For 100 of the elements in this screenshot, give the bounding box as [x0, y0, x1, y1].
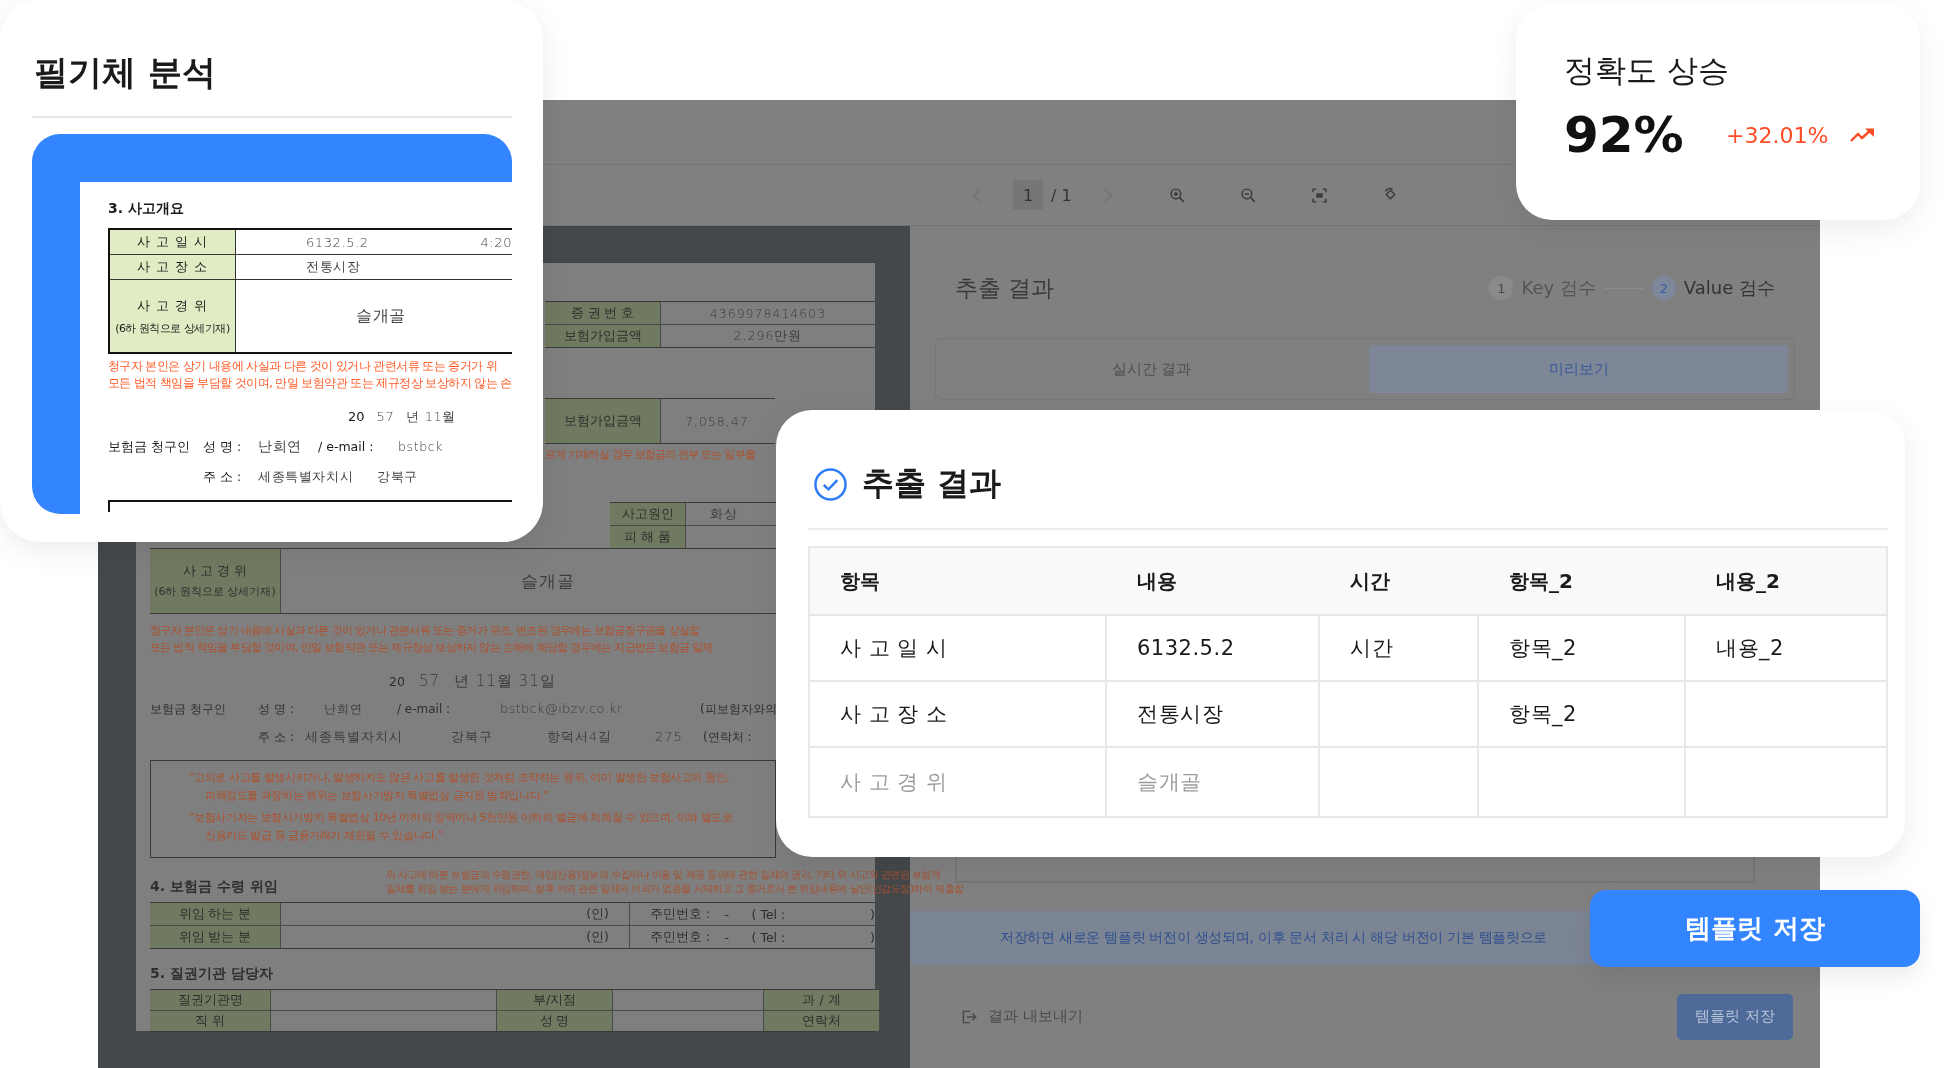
step-label: Value 검수	[1683, 276, 1775, 300]
step-number: 1	[1489, 276, 1514, 300]
field-label: 부/지점	[497, 990, 613, 1010]
field-label: 증 권 번 호	[545, 302, 661, 324]
notice-text: 르게 기재하실 경우 보험금의 전부 또는 일부를	[545, 447, 756, 462]
table-cell: 슬개골	[1107, 748, 1320, 816]
field-label: 질권기관명	[150, 990, 271, 1010]
notice-text: 모든 법적 책임을 부담할 것이며, 만일 보험약관 또는 제규정상 보상하지 않는 손	[108, 375, 512, 392]
field-label: 보험가입금액	[545, 399, 661, 443]
handwritten-value: 강북구	[451, 728, 494, 746]
card-title: 추출 결과	[862, 463, 1002, 504]
field-label: ( Tel :	[751, 905, 787, 924]
panel-title: 추출 결과	[955, 273, 1055, 303]
card-title: 정확도 상승	[1564, 51, 1730, 90]
page-number-field[interactable]: 1	[1013, 180, 1043, 210]
field-label: 직 위	[150, 1011, 271, 1031]
field-label: 성 명 :	[258, 701, 295, 718]
handwritten-value: 항덕서4길	[547, 728, 614, 746]
field-label: ( Tel :	[751, 928, 787, 947]
field-label: 보험가입금액	[545, 325, 661, 347]
card-title: 필기체 분석	[33, 51, 217, 94]
field-label: 주민번호 :	[649, 927, 712, 946]
field-label: / e-mail :	[318, 439, 375, 454]
warning-text: “고의로 사고를 발생시키거나, 발생하지도 않은 사고를 발생한 것처럼 조작하는 행위, 이미 발생한 보험사고의 원인,	[188, 770, 731, 786]
table-cell: 전통시장	[1107, 682, 1320, 746]
notice-text: 청구자 본인은 상기 내용에 사실과 다른 것이 있거나 관련서류 또는 증거가 위조, 변조된 경우에는 보험금청구권을 상실할	[150, 623, 701, 639]
table-cell: 시간	[1320, 616, 1479, 680]
notice-text: 저장하면 새로운 템플릿 버전이 생성되며, 이후 문서 처리 시 해당 버전이 기본 템플릿으로	[1000, 929, 1548, 947]
zoom-in-icon[interactable]	[1168, 186, 1186, 204]
field-label: )	[870, 905, 875, 924]
handwritten-value: 세종특별자치시	[258, 468, 354, 486]
notice-text: 위 사고에 따른 보험금의 수령권한, 개인(신용)정보의 수집이나 이용 및 제공 동의에 관한 일체의 권리, 기타 위 사고와 관련된 보험계	[386, 868, 942, 882]
handwritten-value: 6132.5.2	[306, 234, 369, 250]
field-label: (피보험자와의	[700, 701, 777, 718]
field-label: 보험금 청구인	[150, 701, 227, 718]
handwritten-value: bstbck	[398, 439, 443, 454]
seal-mark: (인)	[531, 926, 630, 948]
field-label: 주 소 :	[203, 469, 243, 486]
notice-text: 모든 법적 책임을 부담할 것이며, 만일 보험약관 또는 제규정상 보상하지 않는 손해에 해당할 경우에는 지급받은 보험금 일체	[150, 640, 714, 656]
handwritten-value: 57	[418, 672, 440, 690]
field-label: 피 해 품	[610, 526, 686, 548]
handwritten-value: 슬개골	[520, 569, 576, 593]
handwritten-value: 슬개골	[356, 305, 406, 327]
handwritten-value: 4369978414603	[708, 304, 828, 323]
column-header: 시간	[1349, 567, 1391, 595]
check-circle-icon	[813, 466, 848, 502]
fit-screen-icon[interactable]	[1310, 186, 1328, 204]
field-label: 사 고 일 시	[136, 233, 209, 251]
field-label: -	[724, 928, 730, 947]
handwritten-value: 275	[655, 729, 684, 744]
table-cell: 항목_2	[1479, 616, 1686, 680]
handwritten-value: 7,058,47	[684, 412, 750, 431]
handwritten-value: bstbck@ibzv.co.kr	[500, 701, 624, 716]
field-label: 연락처	[764, 1011, 880, 1031]
field-label: 위임 하는 분	[150, 903, 281, 925]
column-header: 내용	[1136, 567, 1178, 595]
field-label: 사고원인	[610, 503, 686, 525]
notice-text: 청구자 본인은 상기 내용에 사실과 다른 것이 있거나 관련서류 또는 증거가 위	[108, 358, 499, 375]
warning-text: 신용카드 발급 등 금융거래가 제한될 수 있습니다.”	[204, 828, 445, 844]
step-number: 2	[1651, 276, 1676, 300]
field-hint: (6하 원칙으로 상세기재)	[115, 320, 230, 336]
field-hint: (6하 원칙으로 상세기재)	[154, 584, 276, 599]
table-cell: 항목_2	[1479, 682, 1686, 746]
field-label: / e-mail :	[397, 702, 452, 716]
notice-text: 일체를 위임 받는 분에게 위임하며, 향후 이와 관련 일체의 이의가 없음을 서약하고 그 증거로서 본 위임내용에 날인(인감도장)하여 제출합	[386, 882, 964, 896]
tab[interactable]: 미리보기	[1369, 345, 1788, 393]
handwritten-value: 난희연	[324, 701, 364, 718]
handwritten-value: 년 11월	[406, 408, 456, 426]
handwritten-value: 난희연	[258, 438, 303, 456]
table-cell: 6132.5.2	[1107, 616, 1320, 680]
field-label: 주민번호 :	[649, 904, 712, 923]
warning-text: “보험사기자는 보험사기방지 특별법상 10년 이하의 징역이나 5천만원 이하의 벌금에 처해질 수 있으며, 이와 별도로	[188, 810, 734, 826]
field-label: 사 고 경 위	[136, 296, 209, 315]
warning-text: 피해정도를 과장하는 행위는 보험사기방지 특별법상 금지된 범죄입니다.”	[204, 788, 550, 804]
accuracy-value: 92%	[1564, 106, 1685, 164]
date-text: 20	[348, 409, 365, 424]
handwritten-value: 2,296만원	[732, 326, 804, 345]
save-template-button[interactable]: 템플릿 저장	[1677, 993, 1793, 1040]
section-title: 5. 질권기관 담당자	[150, 965, 274, 983]
handwritten-value: 4:20	[480, 234, 512, 250]
section-title: 3. 사고개요	[108, 200, 185, 218]
zoom-out-icon[interactable]	[1239, 186, 1257, 204]
save-template-button[interactable]: 템플릿 저장	[1590, 890, 1920, 967]
handwritten-value: 전통시장	[306, 258, 361, 276]
table-cell-text: 내용_2	[1715, 635, 1785, 663]
change-value: +32.01%	[1726, 122, 1829, 148]
section-title: 4. 보험금 수령 위임	[150, 877, 279, 896]
handwritten-value: 57	[376, 409, 395, 424]
column-header: 내용_2	[1715, 567, 1781, 595]
table-cell: 사 고 일 시	[810, 616, 1107, 680]
page-total: / 1	[1051, 185, 1072, 205]
handwritten-value: 화상	[709, 504, 739, 523]
field-label: 보험금 청구인	[108, 439, 191, 456]
field-label: )	[870, 928, 875, 947]
seal-mark: (인)	[531, 903, 630, 925]
handwritten-value: 세종특별자치시	[305, 728, 404, 746]
column-header: 항목	[839, 567, 881, 595]
field-label: 과 / 계	[764, 990, 880, 1010]
field-label: 성 명	[497, 1011, 613, 1031]
field-label: 사 고 장 소	[136, 258, 209, 276]
